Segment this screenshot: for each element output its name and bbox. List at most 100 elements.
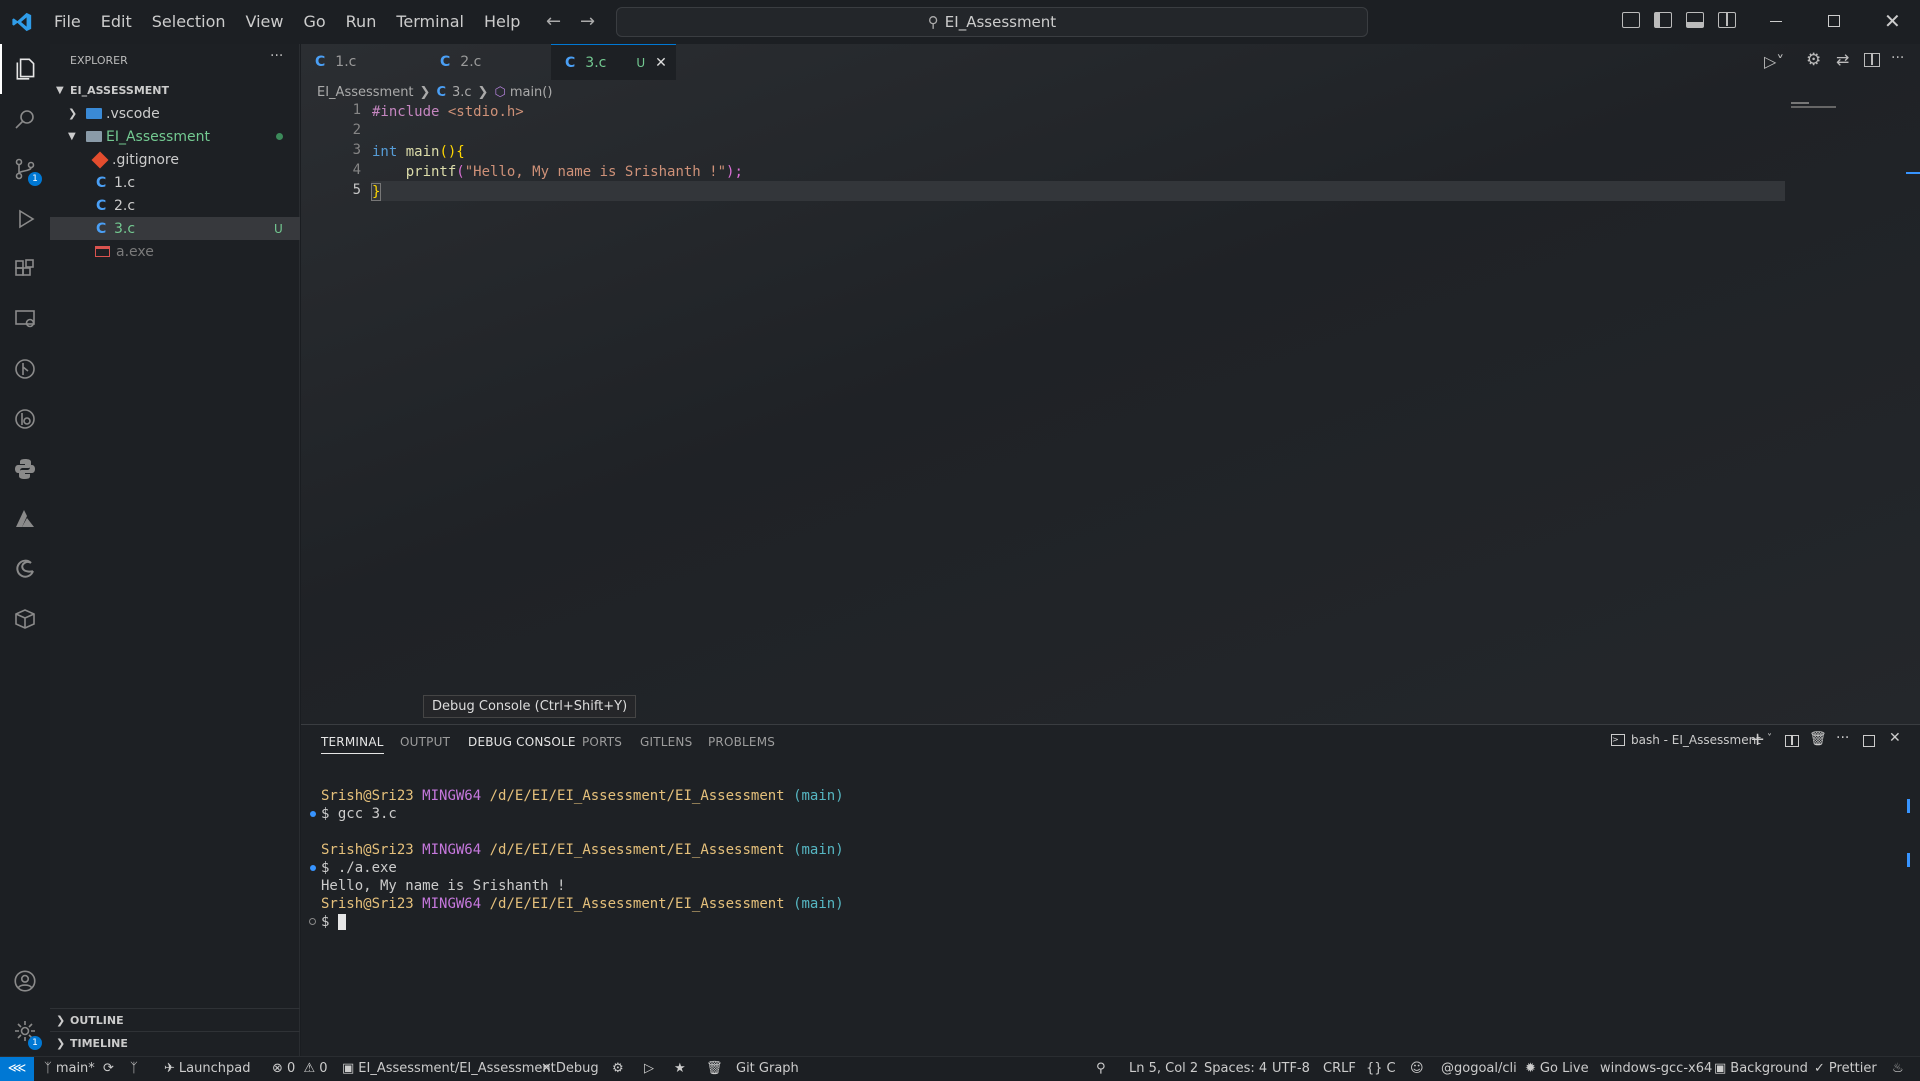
language-mode[interactable]: {} C xyxy=(1366,1057,1396,1081)
edge-devtools-icon[interactable] xyxy=(0,544,50,594)
maximize-panel-icon[interactable] xyxy=(1863,735,1875,747)
remote-explorer-icon[interactable] xyxy=(0,294,50,344)
account-item[interactable]: @gogoal/cli xyxy=(1441,1057,1517,1081)
debug-bug-icon[interactable]: ★ xyxy=(674,1057,686,1081)
tree-item-gitignore[interactable]: .gitignore xyxy=(50,148,300,171)
panel-tab-terminal[interactable]: TERMINAL xyxy=(321,735,384,754)
tree-item-ei-assessment[interactable]: ▼ EI_Assessment xyxy=(50,125,300,148)
cpp-config[interactable]: windows-gcc-x64 xyxy=(1600,1057,1712,1081)
close-window-icon[interactable]: ✕ xyxy=(1884,9,1901,33)
breadcrumb-file[interactable]: 3.c xyxy=(452,85,472,100)
accounts-icon[interactable] xyxy=(0,956,50,1006)
timeline-section[interactable]: ❯ TIMELINE xyxy=(50,1031,300,1054)
containers-icon[interactable] xyxy=(0,594,50,644)
toggle-panel-icon[interactable] xyxy=(1686,12,1704,28)
workspace-folder-item[interactable]: ▣ EI_Assessment/EI_Assessment xyxy=(342,1057,556,1081)
menu-run[interactable]: Run xyxy=(336,0,387,44)
background-item[interactable]: ▣ Background xyxy=(1714,1057,1808,1081)
python-icon[interactable] xyxy=(0,444,50,494)
code-line-3[interactable]: int main(){ xyxy=(372,142,465,162)
git-fetch-icon[interactable]: ᛉ xyxy=(130,1057,138,1081)
indentation[interactable]: Spaces: 4 xyxy=(1204,1057,1267,1081)
debug-item[interactable]: ✕ Debug xyxy=(541,1057,599,1081)
tree-item-2c[interactable]: C 2.c xyxy=(50,194,300,217)
toggle-secondary-sidebar-icon[interactable] xyxy=(1718,12,1736,28)
tab-close-icon[interactable]: ✕ xyxy=(655,55,667,71)
tree-item-aexe[interactable]: a.exe xyxy=(50,240,300,263)
manage-gear-icon[interactable]: 1 xyxy=(0,1006,50,1056)
back-arrow-icon[interactable]: ← xyxy=(546,11,561,32)
problems-indicator[interactable]: ⊗ 0 ⚠ 0 xyxy=(272,1057,328,1081)
command-center-search[interactable]: ⚲ EI_Assessment xyxy=(616,7,1368,37)
panel-tab-gitlens[interactable]: GITLENS xyxy=(640,735,692,749)
encoding[interactable]: UTF-8 xyxy=(1272,1057,1310,1081)
menu-go[interactable]: Go xyxy=(293,0,335,44)
build-gear-icon[interactable]: ⚙ xyxy=(612,1057,624,1081)
panel-more-icon[interactable]: ··· xyxy=(1836,730,1849,746)
minimize-icon[interactable] xyxy=(1770,21,1782,22)
run-icon[interactable]: ▷ xyxy=(644,1057,654,1081)
toggle-sidebar-icon[interactable] xyxy=(1654,12,1672,28)
breadcrumb-symbol[interactable]: main() xyxy=(510,85,553,100)
notifications-bell-icon[interactable]: ♨ xyxy=(1892,1057,1904,1081)
line-ending[interactable]: CRLF xyxy=(1323,1057,1356,1081)
menu-selection[interactable]: Selection xyxy=(142,0,236,44)
panel-tab-output[interactable]: OUTPUT xyxy=(400,735,450,749)
menu-terminal[interactable]: Terminal xyxy=(386,0,474,44)
panel-tab-problems[interactable]: PROBLEMS xyxy=(708,735,775,749)
tree-item-vscode[interactable]: ❯ .vscode xyxy=(50,102,300,125)
menu-edit[interactable]: Edit xyxy=(91,0,142,44)
go-live-item[interactable]: ✹ Go Live xyxy=(1525,1057,1589,1081)
workspace-root[interactable]: ▼ EI_ASSESSMENT xyxy=(50,79,300,102)
forward-arrow-icon[interactable]: → xyxy=(580,11,595,32)
azure-icon[interactable] xyxy=(0,494,50,544)
compare-changes-icon[interactable]: ⇄ xyxy=(1836,50,1849,69)
prettier-item[interactable]: ✓ Prettier xyxy=(1814,1057,1877,1081)
panel-tab-debug-console[interactable]: DEBUG CONSOLE xyxy=(468,735,576,749)
tree-item-1c[interactable]: C 1.c xyxy=(50,171,300,194)
remote-indicator-icon[interactable]: ⋘ xyxy=(0,1057,34,1081)
run-code-icon[interactable]: ▷˅ xyxy=(1764,52,1784,71)
outline-section[interactable]: ❯ OUTLINE xyxy=(50,1008,300,1031)
trash-icon[interactable]: 🗑 xyxy=(706,1057,723,1081)
terminal-selector[interactable]: > bash - EI_Assessment xyxy=(1611,733,1761,747)
customize-layout-icon[interactable] xyxy=(1622,12,1640,28)
restore-icon[interactable] xyxy=(1828,15,1840,27)
git-graph-icon[interactable] xyxy=(0,344,50,394)
zoom-search-icon[interactable]: ⚲ xyxy=(1096,1057,1106,1081)
tab-3c[interactable]: C 3.c U ✕ xyxy=(551,44,676,80)
tree-item-3c[interactable]: C 3.c U xyxy=(50,217,300,240)
tab-1c[interactable]: C 1.c xyxy=(301,44,426,80)
extensions-icon[interactable] xyxy=(0,244,50,294)
kill-terminal-trash-icon[interactable]: 🗑 xyxy=(1809,731,1827,747)
menu-file[interactable]: File xyxy=(44,0,91,44)
run-debug-icon[interactable] xyxy=(0,194,50,244)
menu-help[interactable]: Help xyxy=(474,0,530,44)
code-line-5[interactable]: } xyxy=(370,182,382,202)
breadcrumb-folder[interactable]: EI_Assessment xyxy=(317,85,414,100)
cursor-position[interactable]: Ln 5, Col 2 xyxy=(1129,1057,1198,1081)
close-panel-icon[interactable]: ✕ xyxy=(1889,730,1901,746)
split-terminal-icon[interactable] xyxy=(1785,735,1799,747)
git-graph-item[interactable]: Git Graph xyxy=(736,1057,799,1081)
settings-gear-icon[interactable]: ⚙ xyxy=(1806,50,1821,70)
gitlens-icon[interactable] xyxy=(0,394,50,444)
new-terminal-icon[interactable]: + xyxy=(1750,729,1765,750)
terminal-dropdown-icon[interactable]: ˅ xyxy=(1767,733,1772,744)
menu-view[interactable]: View xyxy=(236,0,294,44)
terminal-input-line[interactable]: $ xyxy=(309,913,346,931)
minimap[interactable] xyxy=(1791,102,1841,114)
copilot-icon[interactable]: ☺ xyxy=(1410,1057,1424,1081)
search-view-icon[interactable] xyxy=(0,94,50,144)
launchpad-item[interactable]: ✈ Launchpad xyxy=(164,1057,250,1081)
code-line-1[interactable]: #include <stdio.h> xyxy=(372,102,524,122)
tab-2c[interactable]: C 2.c xyxy=(426,44,551,80)
explorer-icon[interactable] xyxy=(0,44,50,94)
panel-tab-ports[interactable]: PORTS xyxy=(582,735,622,749)
source-control-icon[interactable]: 1 xyxy=(0,144,50,194)
editor-more-icon[interactable]: ··· xyxy=(1891,50,1904,66)
explorer-more-icon[interactable]: ··· xyxy=(270,48,283,64)
branch-indicator[interactable]: ᛉ main* ⟳ xyxy=(44,1057,114,1081)
split-editor-icon[interactable] xyxy=(1864,53,1880,67)
code-line-4[interactable]: printf("Hello, My name is Srishanth !"); xyxy=(372,162,743,182)
